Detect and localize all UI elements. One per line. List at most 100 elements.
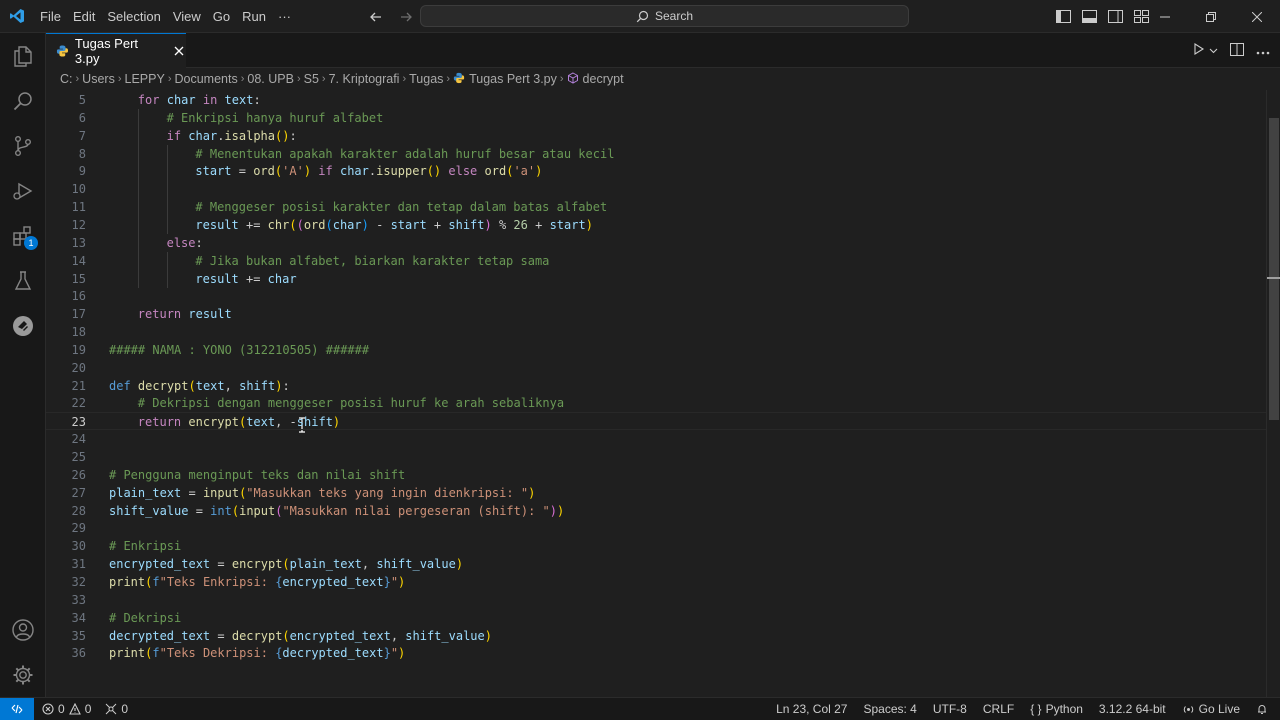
- code-line[interactable]: 32 print(f"Teks Enkripsi: {encrypted_text…: [46, 573, 1266, 591]
- cursor-position[interactable]: Ln 23, Col 27: [776, 702, 847, 716]
- toggle-secondary-sidebar-icon[interactable]: [1106, 8, 1124, 26]
- code-line[interactable]: 27 plain_text = input("Masukkan teks yang…: [46, 484, 1266, 502]
- scrollbar-thumb[interactable]: [1269, 118, 1279, 420]
- notifications-bell-icon[interactable]: [1256, 703, 1268, 715]
- code-line[interactable]: 6 # Enkripsi hanya huruf alfabet: [46, 108, 1266, 127]
- code-line[interactable]: 15 result += char: [46, 269, 1266, 288]
- toggle-primary-sidebar-icon[interactable]: [1054, 8, 1072, 26]
- code-line[interactable]: 10: [46, 180, 1266, 199]
- go-live-button[interactable]: Go Live: [1182, 702, 1240, 716]
- back-arrow-icon[interactable]: [366, 7, 386, 27]
- breadcrumb-label: Users: [82, 72, 115, 86]
- menu-item-go[interactable]: Go: [207, 0, 236, 33]
- code-line[interactable]: 7 if char.isalpha():: [46, 126, 1266, 145]
- indent-guide: [166, 144, 168, 163]
- breadcrumb-item[interactable]: decrypt: [567, 71, 624, 87]
- chevron-down-icon[interactable]: [1209, 43, 1218, 58]
- code-line[interactable]: 24: [46, 430, 1266, 448]
- line-number: 36: [71, 646, 86, 661]
- code-line[interactable]: 29: [46, 519, 1266, 537]
- remote-explorer-icon[interactable]: [0, 303, 46, 349]
- forward-arrow-icon[interactable]: [396, 7, 416, 27]
- python-interpreter[interactable]: 3.12.2 64-bit: [1099, 702, 1166, 716]
- close-window-icon[interactable]: [1234, 0, 1280, 33]
- code-line[interactable]: 14 # Jika bukan alfabet, biarkan karakter…: [46, 251, 1266, 270]
- search-sidebar-icon[interactable]: [0, 78, 46, 124]
- ports-indicator[interactable]: 0: [105, 702, 128, 716]
- breadcrumb-label: C:: [60, 72, 73, 86]
- code-line[interactable]: 11 # Menggeser posisi karakter dan tetap …: [46, 198, 1266, 217]
- split-editor-icon[interactable]: [1230, 42, 1244, 59]
- line-number: 8: [78, 146, 86, 161]
- menu-item-edit[interactable]: Edit: [67, 0, 101, 33]
- menu-item-run[interactable]: Run: [236, 0, 272, 33]
- breadcrumb-item[interactable]: Tugas Pert 3.py: [453, 72, 557, 87]
- code-editor[interactable]: 5 for char in text: 6 # Enkripsi hanya huru…: [46, 90, 1280, 697]
- tab-tugas-pert-3[interactable]: Tugas Pert 3.py: [46, 33, 186, 68]
- end-of-line[interactable]: CRLF: [983, 702, 1014, 716]
- code-line[interactable]: 16: [46, 287, 1266, 305]
- extensions-icon[interactable]: 1: [0, 213, 46, 259]
- symbol-method-icon: [567, 71, 583, 87]
- restore-icon[interactable]: [1188, 0, 1234, 33]
- editor-scrollbar[interactable]: [1266, 90, 1280, 697]
- code-line[interactable]: 13 else:: [46, 233, 1266, 252]
- breadcrumb-item[interactable]: 08. UPB: [247, 72, 294, 86]
- more-actions-icon[interactable]: [1256, 43, 1270, 58]
- encoding[interactable]: UTF-8: [933, 702, 967, 716]
- breadcrumb-label: LEPPY: [124, 72, 165, 86]
- code-line[interactable]: 31 encrypted_text = encrypt(plain_text, s…: [46, 555, 1266, 573]
- code-line[interactable]: 19 ##### NAMA : YONO (312210505) ######: [46, 341, 1266, 359]
- code-text: # Pengguna menginput teks dan nilai shif…: [109, 467, 406, 482]
- breadcrumb-item[interactable]: Tugas: [409, 72, 443, 86]
- code-text: for char in text:: [137, 93, 261, 107]
- code-line[interactable]: 35 decrypted_text = decrypt(encrypted_tex…: [46, 627, 1266, 645]
- explorer-icon[interactable]: [0, 33, 46, 79]
- breadcrumb-item[interactable]: C:: [60, 72, 73, 86]
- code-line[interactable]: 20: [46, 359, 1266, 377]
- run-and-debug-icon[interactable]: [0, 168, 46, 214]
- code-line[interactable]: 18: [46, 323, 1266, 341]
- code-line[interactable]: 5 for char in text:: [46, 91, 1266, 109]
- line-number: 23: [71, 415, 86, 430]
- toggle-panel-icon[interactable]: [1080, 8, 1098, 26]
- code-line[interactable]: 26 # Pengguna menginput teks dan nilai sh…: [46, 466, 1266, 484]
- code-line[interactable]: 9 start = ord('A') if char.isupper() else…: [46, 162, 1266, 181]
- close-icon[interactable]: [171, 43, 186, 59]
- minimize-icon[interactable]: [1142, 0, 1188, 33]
- indent-guide: [137, 215, 139, 234]
- source-control-icon[interactable]: [0, 123, 46, 169]
- remote-indicator-icon[interactable]: [0, 698, 34, 720]
- breadcrumb-item[interactable]: S5: [304, 72, 319, 86]
- code-line[interactable]: 34 # Dekripsi: [46, 609, 1266, 627]
- code-line[interactable]: 23 return encrypt(text, -shift): [46, 412, 1266, 431]
- code-line[interactable]: 36 print(f"Teks Dekripsi: {decrypted_text…: [46, 644, 1266, 662]
- breadcrumb-item[interactable]: Users: [82, 72, 115, 86]
- breadcrumb-item[interactable]: 7. Kriptografi: [329, 72, 400, 86]
- code-line[interactable]: 8 # Menentukan apakah karakter adalah hur…: [46, 144, 1266, 163]
- indentation[interactable]: Spaces: 4: [863, 702, 916, 716]
- code-text: plain_text = input("Masukkan teks yang i…: [109, 485, 536, 500]
- command-center-search[interactable]: Search: [420, 5, 909, 27]
- menu-item-more[interactable]: ···: [272, 0, 297, 33]
- code-line[interactable]: 25: [46, 448, 1266, 466]
- menu-item-view[interactable]: View: [167, 0, 207, 33]
- menu-item-file[interactable]: File: [34, 0, 67, 33]
- code-line[interactable]: 33: [46, 591, 1266, 609]
- testing-flask-icon[interactable]: [0, 258, 46, 304]
- code-line[interactable]: 28 shift_value = int(input("Masukkan nila…: [46, 502, 1266, 520]
- language-mode[interactable]: { } Python: [1030, 702, 1083, 716]
- breadcrumb-item[interactable]: LEPPY: [125, 72, 165, 86]
- code-line[interactable]: 22 # Dekripsi dengan menggeser posisi hur…: [46, 394, 1266, 412]
- accounts-icon[interactable]: [0, 607, 46, 653]
- menu-item-selection[interactable]: Selection: [101, 0, 166, 33]
- search-label: Search: [654, 9, 694, 23]
- problems-indicator[interactable]: 0 0: [42, 702, 91, 716]
- code-line[interactable]: 12 result += chr((ord(char) - start + shi…: [46, 215, 1266, 234]
- run-file-play-icon[interactable]: [1193, 43, 1205, 58]
- settings-gear-icon[interactable]: [0, 652, 46, 698]
- code-line[interactable]: 30 # Enkripsi: [46, 537, 1266, 555]
- breadcrumb-item[interactable]: Documents: [174, 72, 237, 86]
- code-line[interactable]: 17 return result: [46, 305, 1266, 323]
- code-line[interactable]: 21 def decrypt(text, shift):: [46, 377, 1266, 395]
